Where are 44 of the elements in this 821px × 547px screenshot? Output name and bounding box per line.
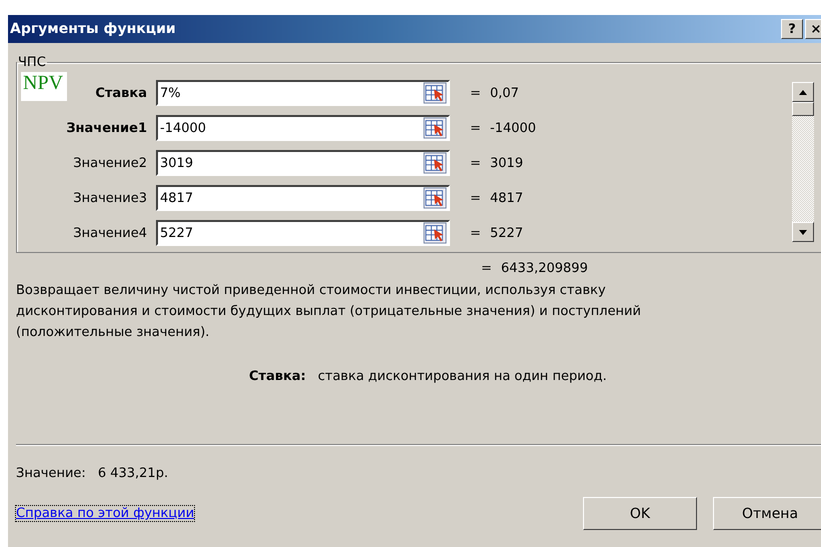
value-label: Значение: [16, 466, 86, 481]
argument-field[interactable]: 3019 [156, 150, 450, 176]
argument-label: Ставка [94, 86, 148, 100]
down-arrow-icon[interactable] [799, 230, 807, 234]
ok-button[interactable]: OK [583, 497, 697, 530]
equals-sign: = [470, 156, 482, 170]
argument-field[interactable]: 4817 [156, 185, 450, 211]
argument-field[interactable]: -14000 [156, 115, 450, 141]
argument-name: Ставка: [249, 369, 306, 384]
help-button[interactable]: ? [781, 19, 803, 39]
help-link[interactable]: Справка по этой функции [16, 506, 194, 521]
collapse-dialog-icon[interactable] [422, 82, 448, 104]
window-title: Аргументы функции [10, 21, 176, 37]
argument-label: Значение1 [65, 120, 148, 136]
argument-result: 4817 [490, 190, 524, 206]
collapse-dialog-icon[interactable] [422, 222, 448, 244]
argument-result: 0,07 [490, 86, 519, 100]
formula-result: 6433,209899 [501, 261, 588, 276]
value-result: 6 433,21р. [98, 466, 168, 481]
argument-label: Значение3 [72, 190, 148, 206]
equals-sign: = [470, 86, 482, 100]
argument-field[interactable]: 5227 [156, 220, 450, 246]
argument-label: Значение4 [72, 226, 148, 240]
group-title: ЧПС [17, 55, 47, 70]
function-description: Возвращает величину чистой приведенной стоимости инвестиции, используя ставку дисконтирования и стоимости будущих выплат (отрицательные значения) и поступлений (положительные значения). [16, 282, 642, 342]
argument-description: ставка дисконтирования на один период. [318, 369, 607, 384]
scroll-thumb[interactable] [792, 102, 814, 116]
argument-result: -14000 [490, 120, 536, 136]
equals-sign: = [470, 120, 482, 136]
argument-label: Значение2 [72, 156, 148, 170]
function-logo: NPV [21, 72, 68, 101]
scrollbar[interactable] [792, 82, 814, 242]
equals-sign: = [481, 261, 493, 276]
collapse-dialog-icon[interactable] [422, 187, 448, 209]
up-arrow-icon[interactable] [799, 90, 807, 94]
close-button[interactable]: × [805, 19, 821, 39]
equals-sign: = [470, 226, 482, 240]
equals-sign: = [470, 190, 482, 206]
argument-result: 3019 [490, 156, 524, 170]
argument-result: 5227 [490, 226, 524, 240]
argument-field[interactable]: 7% [156, 80, 450, 106]
collapse-dialog-icon[interactable] [422, 117, 448, 139]
cancel-button[interactable]: Отмена [713, 497, 821, 530]
collapse-dialog-icon[interactable] [422, 152, 448, 174]
